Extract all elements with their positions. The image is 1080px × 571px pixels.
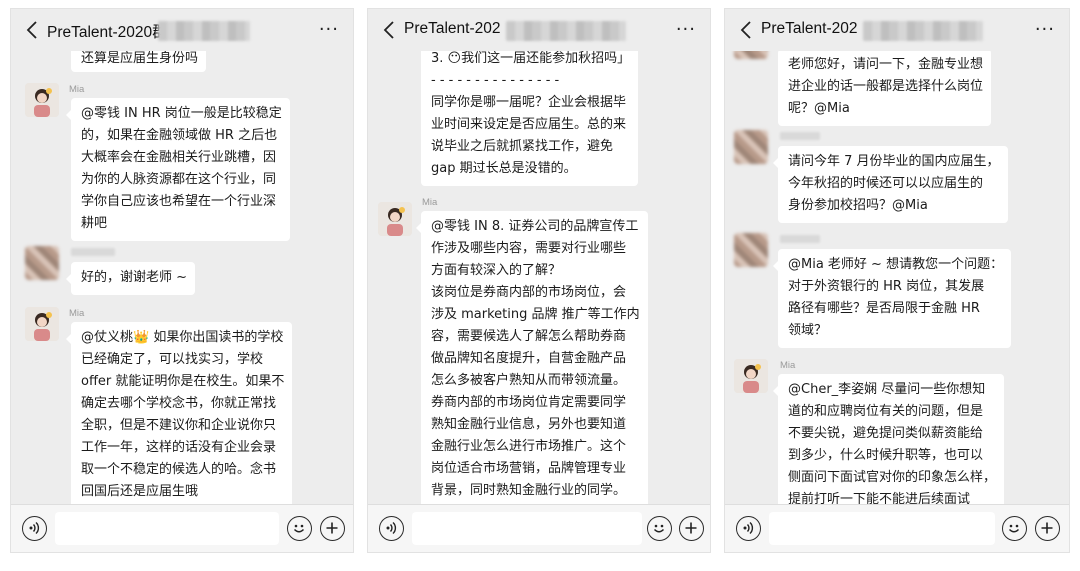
chat-window-2: 3. 😶我们这一届还能参加秋招吗」 - - - - - - - - - - - … (367, 8, 711, 553)
input-bar (368, 504, 710, 552)
message-text: 3. 😶我们这一届还能参加秋招吗」 - - - - - - - - - - - … (431, 51, 631, 176)
message-list[interactable]: 还算是应届生身份吗 Mia @零钱 IN HR 岗位一般是比较稳定 的，如果在金… (11, 9, 353, 509)
sender-name-blurred (71, 248, 115, 256)
message-text: 老师您好，请问一下，金融专业想 进企业的话一般都是选择什么岗位 呢？@Mia (788, 57, 984, 116)
message-bubble[interactable]: @零钱 IN HR 岗位一般是比较稳定 的，如果在金融领域做 HR 之后也 大概… (66, 98, 290, 241)
message-text: @零钱 IN HR 岗位一般是比较稳定 的，如果在金融领域做 HR 之后也 大概… (81, 106, 282, 231)
message-list[interactable]: 3. 😶我们这一届还能参加秋招吗」 - - - - - - - - - - - … (368, 9, 710, 508)
title-blurred (158, 21, 250, 41)
sender-name: Mia (69, 84, 85, 95)
chat-header: PreTalent-202 ··· (725, 9, 1069, 51)
back-chevron-icon[interactable] (380, 19, 400, 41)
title-blurred (506, 21, 626, 41)
message-text: 好的，谢谢老师 ~ (81, 270, 188, 285)
avatar-mia[interactable] (25, 307, 59, 341)
message-bubble[interactable]: 老师您好，请问一下，金融专业想 进企业的话一般都是选择什么岗位 呢？@Mia (778, 49, 992, 126)
voice-icon[interactable] (22, 516, 47, 541)
message-bubble[interactable]: 好的，谢谢老师 ~ (65, 262, 196, 295)
more-icon[interactable]: ··· (676, 19, 696, 40)
emoji-icon[interactable] (1002, 516, 1027, 541)
chat-header: PreTalent-202 ··· (368, 9, 710, 51)
avatar-mia[interactable] (25, 83, 59, 117)
chat-header: PreTalent-2020群 ··· (11, 9, 353, 51)
avatar-blurred[interactable] (734, 233, 768, 267)
voice-icon[interactable] (736, 516, 761, 541)
message-bubble[interactable]: 请问今年 7 月份毕业的国内应届生， 今年秋招的时候还可以以应届生的 身份参加校… (773, 146, 1008, 223)
more-icon[interactable]: ··· (319, 19, 339, 40)
message-text: 请问今年 7 月份毕业的国内应届生， 今年秋招的时候还可以以应届生的 身份参加校… (788, 154, 1000, 213)
sender-name: Mia (422, 197, 438, 208)
message-text: 还算是应届生身份吗 (81, 51, 199, 66)
message-text: @Cher_李姿娴 尽量问一些你想知 道的和应聘岗位有关的问题，但是 不要尖锐，… (788, 382, 997, 507)
more-icon[interactable]: ··· (1035, 19, 1055, 40)
sender-name-blurred (780, 132, 820, 140)
back-chevron-icon[interactable] (737, 19, 757, 41)
message-input[interactable] (55, 512, 279, 545)
sender-name: Mia (69, 308, 85, 319)
message-input[interactable] (769, 512, 995, 545)
message-bubble[interactable]: 3. 😶我们这一届还能参加秋招吗」 - - - - - - - - - - - … (421, 43, 639, 186)
group-title: PreTalent-202 (761, 20, 858, 37)
input-bar (11, 504, 353, 552)
plus-icon[interactable] (320, 516, 345, 541)
plus-icon[interactable] (679, 516, 704, 541)
message-text: @零钱 IN 8. 证券公司的品牌宣传工 作涉及哪些内容，需要对行业哪些 方面有… (431, 219, 640, 498)
message-bubble[interactable]: @Mia 老师好 ~ 想请教您一个问题： 对于外资银行的 HR 岗位，其发展 路… (772, 249, 1012, 348)
group-title: PreTalent-202 (404, 20, 501, 37)
message-bubble[interactable]: @零钱 IN 8. 证券公司的品牌宣传工 作涉及哪些内容，需要对行业哪些 方面有… (416, 211, 648, 508)
message-text: @仗义桃👑 如果你出国读书的学校 已经确定了，可以找实习，学校 offer 就能… (81, 330, 285, 499)
voice-icon[interactable] (379, 516, 404, 541)
avatar-mia[interactable] (734, 359, 768, 393)
message-bubble[interactable]: @Cher_李姿娴 尽量问一些你想知 道的和应聘岗位有关的问题，但是 不要尖锐，… (772, 374, 1005, 517)
title-blurred (863, 21, 983, 41)
emoji-icon[interactable] (287, 516, 312, 541)
group-title: PreTalent-2020群 (47, 24, 168, 41)
back-chevron-icon[interactable] (23, 19, 43, 41)
avatar-blurred[interactable] (25, 246, 59, 280)
chat-window-3: 老师您好，请问一下，金融专业想 进企业的话一般都是选择什么岗位 呢？@Mia 请… (724, 8, 1070, 553)
sender-name-blurred (780, 235, 820, 243)
sender-name: Mia (780, 360, 796, 371)
plus-icon[interactable] (1035, 516, 1060, 541)
emoji-icon[interactable] (647, 516, 672, 541)
message-bubble[interactable]: @仗义桃👑 如果你出国读书的学校 已经确定了，可以找实习，学校 offer 就能… (65, 322, 293, 509)
input-bar (725, 504, 1069, 552)
message-list[interactable]: 老师您好，请问一下，金融专业想 进企业的话一般都是选择什么岗位 呢？@Mia 请… (725, 9, 1069, 517)
avatar-blurred[interactable] (734, 130, 768, 164)
avatar-mia[interactable] (378, 202, 412, 236)
message-input[interactable] (412, 512, 642, 545)
message-text: @Mia 老师好 ~ 想请教您一个问题： 对于外资银行的 HR 岗位，其发展 路… (788, 257, 1004, 338)
chat-window-1: 还算是应届生身份吗 Mia @零钱 IN HR 岗位一般是比较稳定 的，如果在金… (10, 8, 354, 553)
